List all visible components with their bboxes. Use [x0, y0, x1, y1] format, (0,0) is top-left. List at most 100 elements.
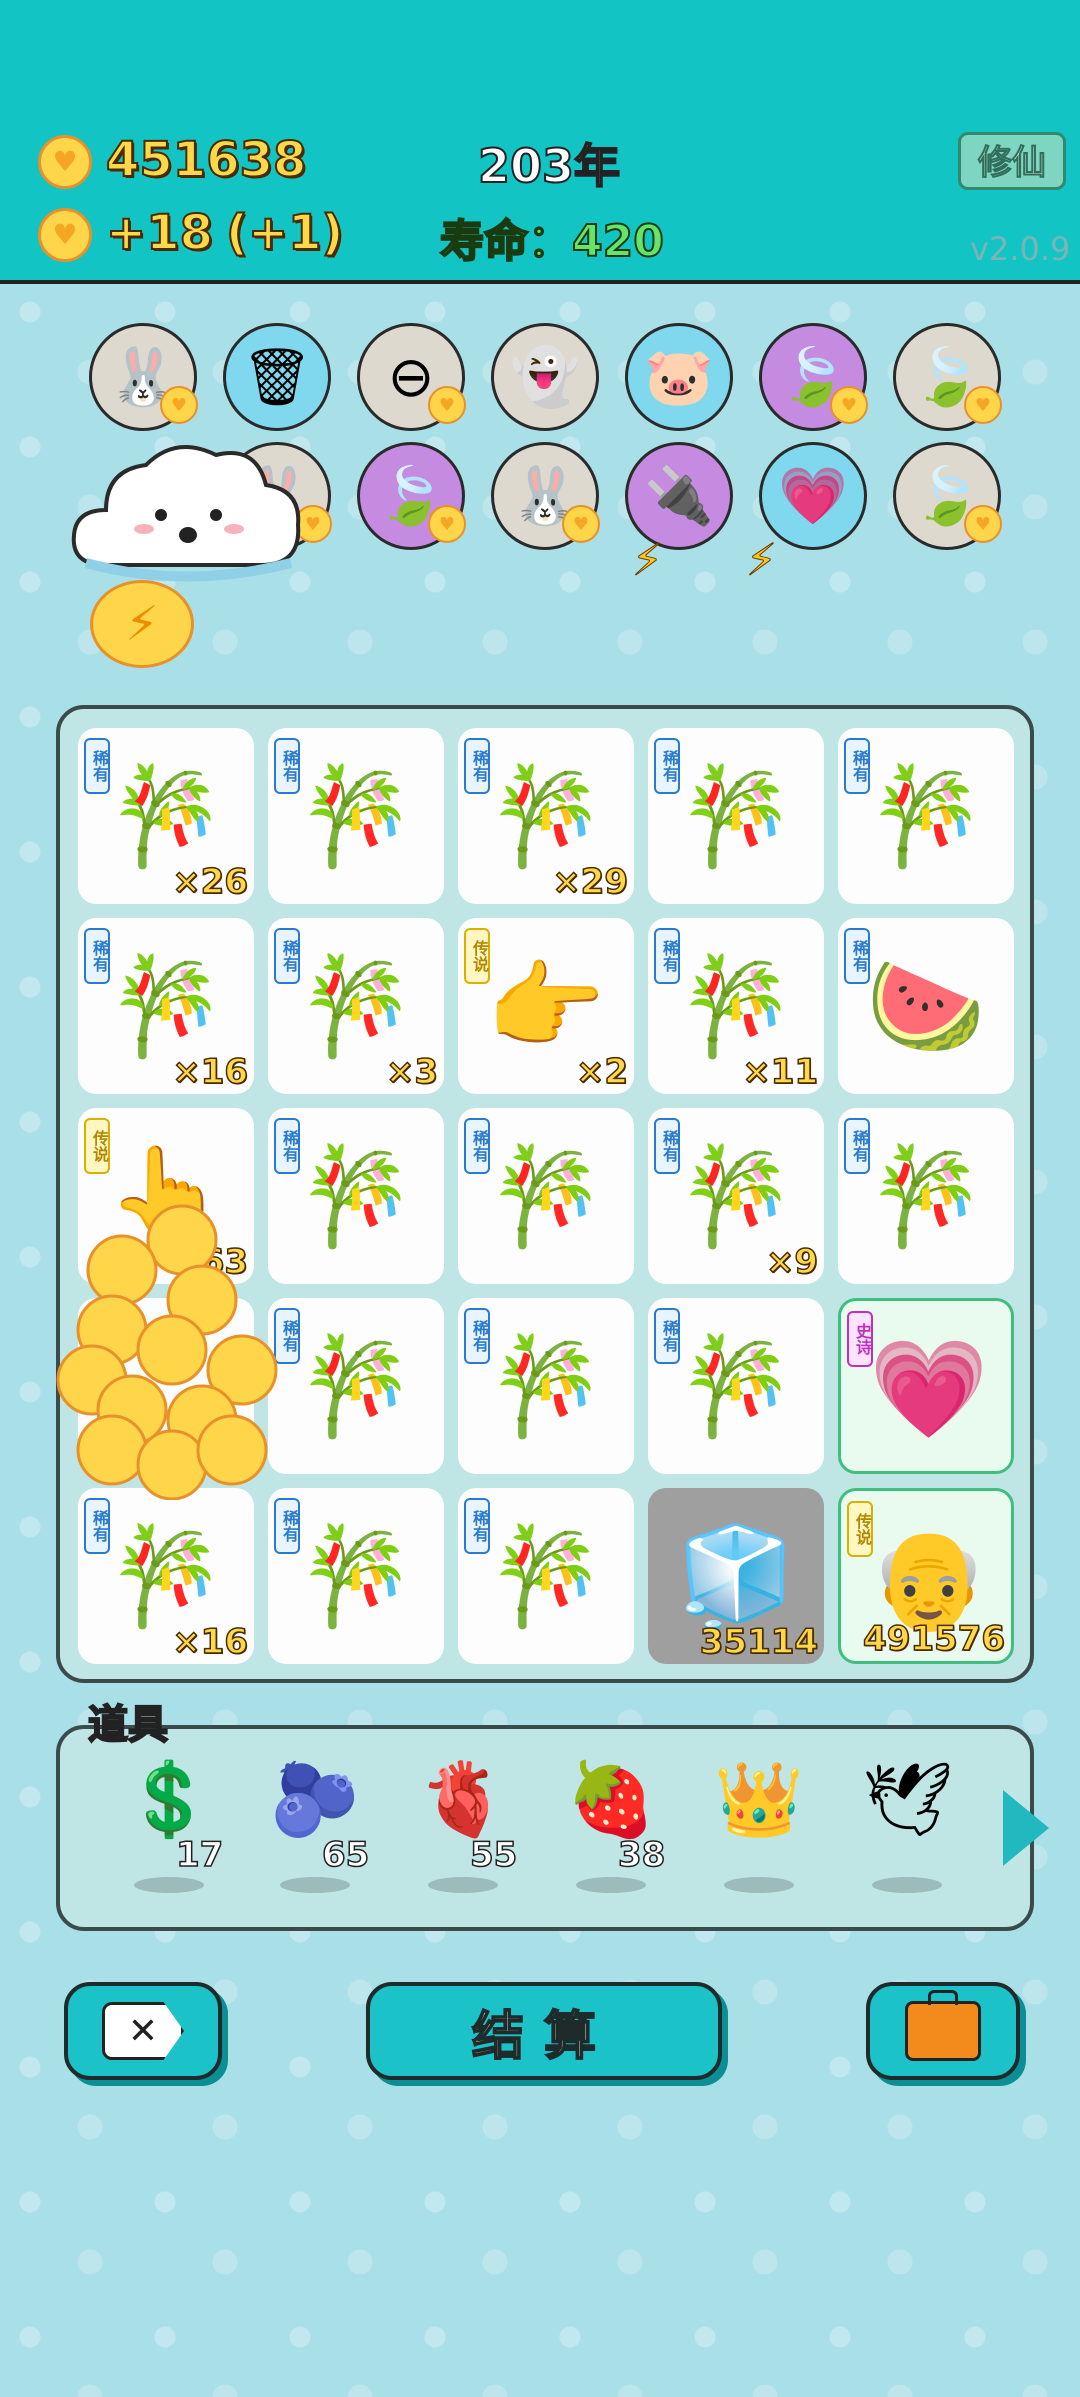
coin-burst-effect — [56, 1204, 278, 1500]
cultivate-button[interactable]: 修仙 — [958, 132, 1066, 190]
board-cell[interactable]: 🎋 稀有 — [268, 728, 444, 904]
board-cell[interactable]: 🎋 稀有 — [648, 728, 824, 904]
cell-count: ×16 — [171, 1051, 248, 1093]
bag-button[interactable] — [866, 1982, 1020, 2080]
leaf-icon[interactable]: 🍃 ♥ — [893, 442, 1002, 550]
energy-coin-icon[interactable]: ⚡ — [90, 580, 194, 668]
piggy-bank-icon[interactable]: 🐷 — [625, 323, 733, 431]
rarity-tag: 稀有 — [654, 1308, 680, 1364]
leaf-icon[interactable]: 🍃 ♥ — [893, 323, 1002, 431]
tool-shadow — [872, 1877, 942, 1893]
cell-count: ×2 — [575, 1051, 629, 1093]
cell-count: ×11 — [741, 1051, 818, 1093]
rarity-tag: 稀有 — [464, 1118, 490, 1174]
board-cell[interactable]: 🎋 稀有 — [458, 1108, 634, 1284]
coin-badge-icon: ♥ — [964, 386, 1002, 424]
board-cell[interactable]: 🎋 稀有 ×11 — [648, 918, 824, 1094]
rarity-tag: 稀有 — [274, 1498, 300, 1554]
rarity-tag: 稀有 — [464, 1308, 490, 1364]
income-bonus: (+1) — [225, 204, 344, 262]
close-icon: ✕ — [102, 2002, 184, 2060]
leaf-icon[interactable]: 🍃 ♥ — [759, 323, 868, 431]
board-cell[interactable]: 🎋 稀有 ×3 — [268, 918, 444, 1094]
board-cell[interactable]: 🎋 稀有 — [648, 1298, 824, 1474]
close-button[interactable]: ✕ — [64, 1982, 222, 2080]
recycle-bag-icon[interactable]: 🗑 — [223, 323, 331, 431]
board-cell[interactable]: 🎋 稀有 ×26 — [78, 728, 254, 904]
tool-item[interactable]: 👑 — [694, 1757, 824, 1907]
rarity-tag: 稀有 — [844, 1118, 870, 1174]
rarity-tag: 稀有 — [844, 928, 870, 984]
tool-shadow — [134, 1877, 204, 1893]
income-value: +18 — [105, 204, 214, 262]
bird-icon: 🕊 — [862, 1757, 954, 1841]
tool-quantity: 65 — [321, 1834, 370, 1876]
board-cell[interactable]: 👉 传说 ×2 — [458, 918, 634, 1094]
coin-icon: ♥ — [38, 135, 92, 189]
tool-item[interactable]: 🫀 55 — [398, 1757, 528, 1907]
rarity-tag: 稀有 — [654, 1118, 680, 1174]
recycle-bag-icon-glyph: 🗑 — [241, 345, 313, 410]
piggy-bank-icon-glyph: 🐷 — [644, 345, 714, 410]
cell-count: ×9 — [765, 1241, 819, 1283]
cell-count: ×29 — [551, 861, 628, 903]
ghost-icon-glyph: 👻 — [510, 345, 580, 410]
coin-badge-icon: ♥ — [428, 386, 466, 424]
board-cell[interactable]: 🍉 稀有 — [838, 918, 1014, 1094]
rarity-tag: 稀有 — [274, 928, 300, 984]
heart-sign-icon[interactable]: 💗 — [759, 442, 867, 550]
lightning-icon: ⚡ — [746, 535, 778, 587]
tool-item[interactable]: 🍓 38 — [546, 1757, 676, 1907]
version-label: v2.0.9 — [970, 230, 1071, 268]
tool-shadow — [576, 1877, 646, 1893]
cell-count: ×16 — [171, 1621, 248, 1663]
rarity-tag: 稀有 — [654, 738, 680, 794]
rarity-tag: 稀有 — [84, 928, 110, 984]
rabbit-icon[interactable]: 🐰♥ — [89, 323, 198, 431]
cell-count: 35114 — [699, 1621, 819, 1663]
income-coin-icon: ♥ — [38, 208, 92, 262]
charger-icon-glyph: 🔌 — [644, 464, 714, 529]
minus-sign-icon-glyph: ⊖ — [387, 344, 435, 410]
board-cell[interactable]: 🎋 稀有 — [458, 1488, 634, 1664]
rarity-tag: 稀有 — [84, 738, 110, 794]
board-cell[interactable]: 🎋 稀有 — [268, 1108, 444, 1284]
rarity-tag: 稀有 — [844, 738, 870, 794]
ghost-icon[interactable]: 👻 — [491, 323, 599, 431]
coin-badge-icon: ♥ — [160, 386, 198, 424]
board-cell[interactable]: 🎋 稀有 ×29 — [458, 728, 634, 904]
tool-item[interactable]: 🫐 65 — [250, 1757, 380, 1907]
tool-quantity: 38 — [617, 1834, 666, 1876]
coin-badge-icon: ♥ — [562, 505, 600, 543]
board-cell[interactable]: 🎋 稀有 — [268, 1488, 444, 1664]
crown-icon: 👑 — [714, 1757, 804, 1841]
board-cell[interactable]: 🎋 稀有 — [838, 1108, 1014, 1284]
minus-sign-icon[interactable]: ⊖ ♥ — [357, 323, 466, 431]
board-cell[interactable]: 🧊 35114 — [648, 1488, 824, 1664]
board-cell[interactable]: 🎋 稀有 — [268, 1298, 444, 1474]
tools-label: 道具 — [87, 1701, 169, 1749]
board-cell[interactable]: 🎋 稀有 ×16 — [78, 1488, 254, 1664]
board-cell[interactable]: 🎋 稀有 — [838, 728, 1014, 904]
cell-count: ×26 — [171, 861, 248, 903]
tool-item[interactable]: 🕊 — [842, 1757, 972, 1907]
board-cell[interactable]: 💗 史诗 — [838, 1298, 1014, 1474]
board-cell[interactable]: 🎋 稀有 ×9 — [648, 1108, 824, 1284]
rabbit-icon[interactable]: 🐰♥ — [491, 442, 600, 550]
top-bar: ♥ 451638 ♥ +18 (+1) 203年 寿命：420 修仙 v2.0.… — [0, 0, 1080, 284]
dollar-coin-icon: 💲 — [124, 1757, 214, 1841]
tool-item[interactable]: 💲 17 — [104, 1757, 234, 1907]
leaf-icon[interactable]: 🍃 ♥ — [357, 442, 466, 550]
tools-next-arrow-icon[interactable] — [1003, 1790, 1049, 1866]
board-cell[interactable]: 👴 传说 491576 — [838, 1488, 1014, 1664]
rarity-tag: 史诗 — [847, 1311, 873, 1367]
settle-button[interactable]: 结算 — [366, 1982, 722, 2080]
lightning-icon: ⚡ — [632, 535, 664, 587]
blueberry-icon: 🫐 — [270, 1757, 360, 1841]
board-cell[interactable]: 🎋 稀有 ×16 — [78, 918, 254, 1094]
board-cell[interactable]: 🎋 稀有 — [458, 1298, 634, 1474]
settle-label: 结算 — [471, 2006, 616, 2068]
charger-icon[interactable]: 🔌 — [625, 442, 733, 550]
tool-shadow — [280, 1877, 350, 1893]
coin-badge-icon: ♥ — [964, 505, 1002, 543]
